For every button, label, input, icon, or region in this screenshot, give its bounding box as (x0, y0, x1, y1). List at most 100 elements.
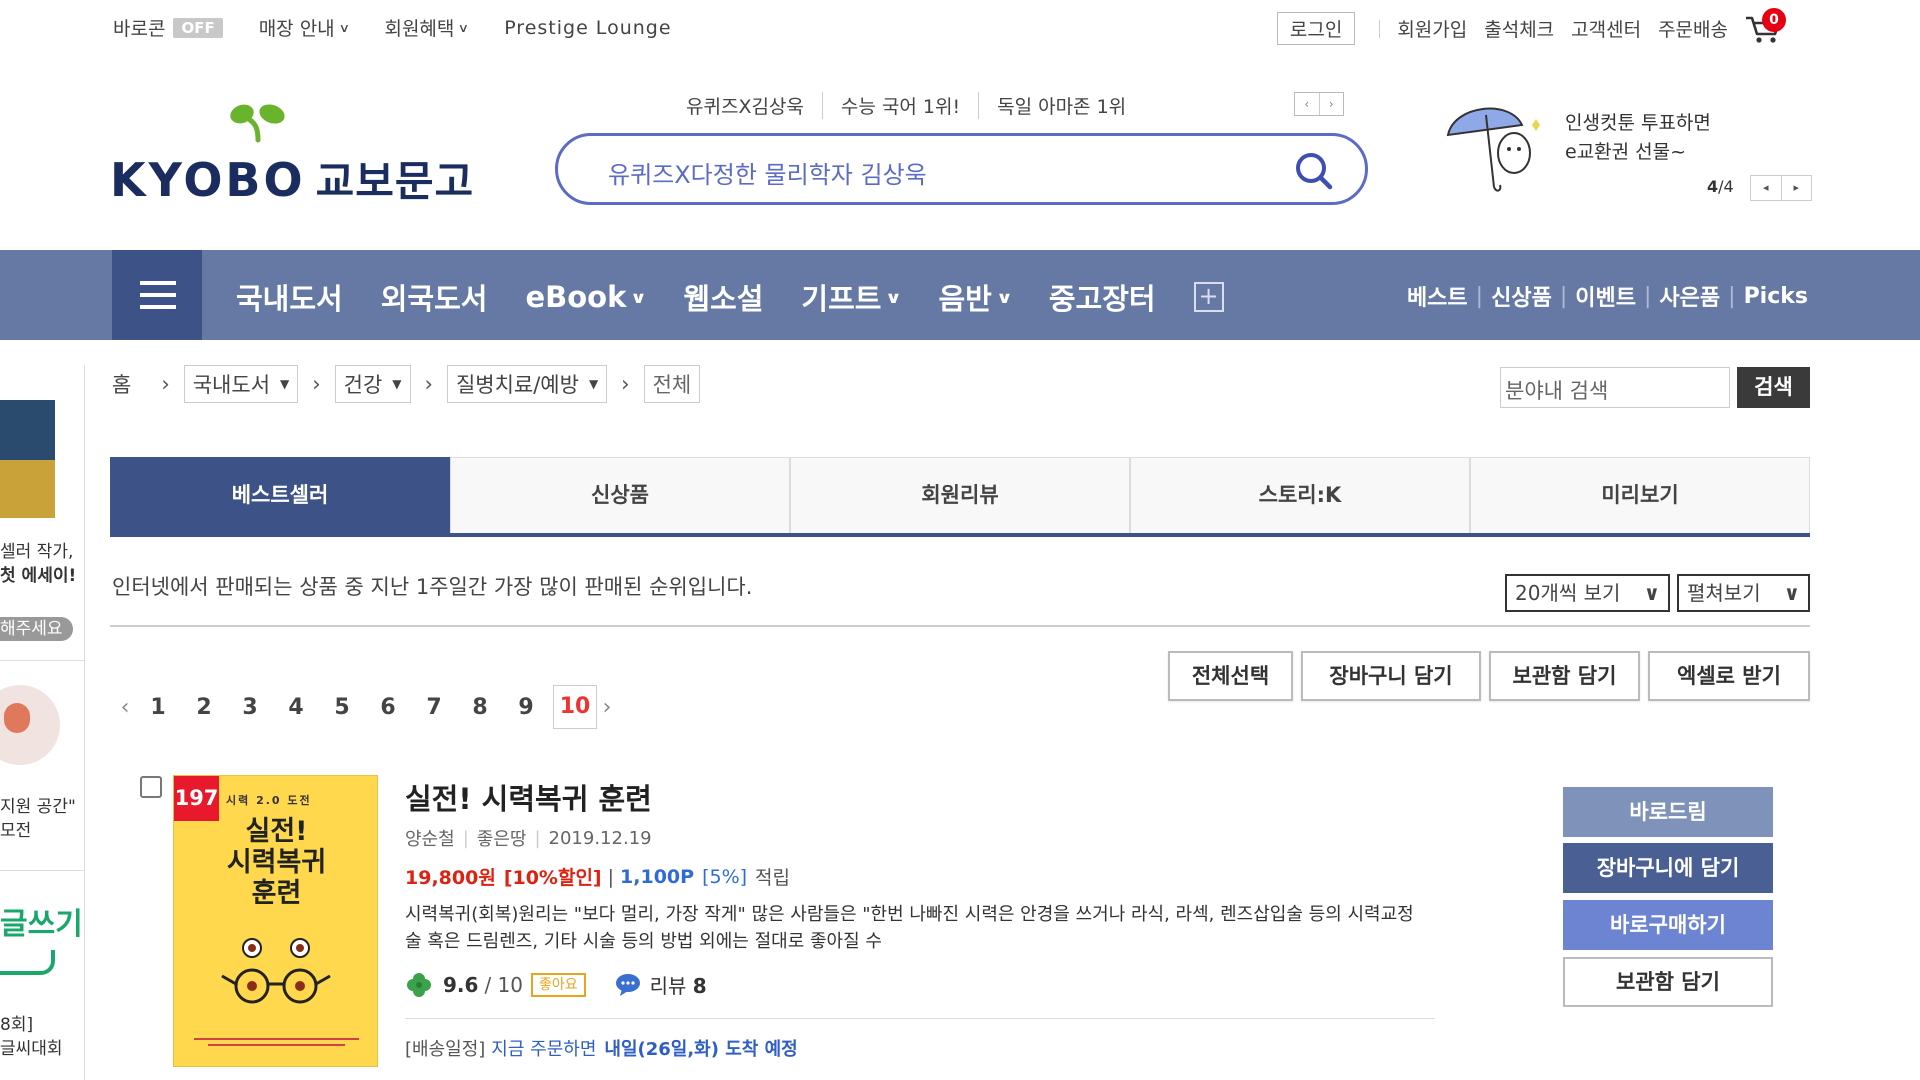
nav-picks[interactable]: Picks (1744, 284, 1808, 309)
attendance-link[interactable]: 출석체크 (1484, 15, 1554, 42)
banner-book-cover[interactable] (0, 400, 55, 518)
prestige-lounge-link[interactable]: Prestige Lounge (504, 17, 671, 39)
list-description: 인터넷에서 판매되는 상품 중 지난 1주일간 가장 많이 판매된 순위입니다. (112, 575, 753, 599)
cart-button[interactable]: 0 (1744, 7, 1786, 44)
promo-next-button[interactable]: ▸ (1780, 176, 1812, 200)
search-input[interactable]: 유퀴즈X다정한 물리학자 김상욱 (608, 155, 927, 190)
per-page-select[interactable]: 20개씩 보기 ∨ (1505, 574, 1670, 612)
product-checkbox[interactable] (140, 776, 162, 798)
nav-domestic-books[interactable]: 국내도서 (236, 276, 343, 318)
category-menu-button[interactable] (112, 250, 202, 340)
add-to-cart-button[interactable]: 장바구니에 담기 (1563, 843, 1773, 893)
tab-new[interactable]: 신상품 (450, 457, 790, 533)
page-link[interactable]: 1 (135, 695, 181, 720)
baro-dream-button[interactable]: 바로드림 (1563, 787, 1773, 837)
buy-now-button[interactable]: 바로구매하기 (1563, 900, 1773, 950)
chevron-down-icon: ∨ (458, 20, 470, 35)
add-to-cart-bulk-button[interactable]: 장바구니 담기 (1301, 651, 1481, 701)
page-link[interactable]: 7 (411, 695, 457, 720)
divider: | (607, 865, 615, 888)
product-title-link[interactable]: 실전! 시력복귀 훈련 (405, 776, 652, 818)
chevron-down-icon: ∨ (885, 287, 903, 307)
view-mode-value: 펼쳐보기 (1687, 581, 1761, 605)
page-link[interactable]: 9 (503, 695, 549, 720)
product-author-link[interactable]: 양순철 (405, 825, 455, 851)
banner-character-image[interactable] (0, 685, 60, 765)
category-search-input[interactable]: 분야내 검색 (1500, 367, 1730, 408)
nav-ebook[interactable]: eBook ∨ (525, 280, 648, 314)
tab-preview[interactable]: 미리보기 (1470, 457, 1810, 533)
nav-best[interactable]: 베스트 (1407, 280, 1468, 312)
breadcrumb-current[interactable]: 전체 (643, 365, 701, 403)
member-benefit-label: 회원혜택 (384, 18, 455, 40)
nav-web-novel[interactable]: 웹소설 (683, 276, 763, 318)
product-description: 시력복귀(회복)원리는 "보다 멀리, 가장 작게" 많은 사람들은 "한번 나… (405, 904, 1414, 952)
promo-banner[interactable]: 인생컷툰 투표하면 e교환권 선물~ 4/4 ◂ ▸ (1440, 95, 1812, 205)
banner-text: 셀러 작가, (0, 542, 74, 562)
page-link[interactable]: 6 (365, 695, 411, 720)
banner-text[interactable]: 글쓰기 (0, 905, 83, 945)
store-info-label: 매장 안내 (258, 18, 335, 40)
page-link[interactable]: 4 (273, 695, 319, 720)
cover-fine-print (194, 1036, 359, 1050)
product-cover-image[interactable]: 197 시력 2.0 도전 실전! 시력복귀 훈련 (173, 775, 378, 1067)
customer-center-link[interactable]: 고객센터 (1571, 15, 1641, 42)
speech-bubble-icon (615, 973, 640, 996)
tab-bestseller[interactable]: 베스트셀러 (110, 457, 450, 533)
nav-foreign-books[interactable]: 외국도서 (381, 276, 488, 318)
select-all-button[interactable]: 전체선택 (1168, 651, 1293, 701)
page-link[interactable]: 2 (181, 695, 227, 720)
chevron-down-icon: ∨ (1643, 581, 1660, 605)
baro-toggle[interactable]: 바로콘 OFF (113, 14, 223, 41)
keyword-prev-button[interactable]: ‹ (1295, 93, 1319, 115)
pagination-next-icon[interactable]: › (597, 695, 617, 720)
add-to-wishlist-button[interactable]: 보관함 담기 (1563, 957, 1773, 1007)
keyword-item[interactable]: 독일 아마존 1위 (978, 92, 1144, 119)
search-box[interactable]: 유퀴즈X다정한 물리학자 김상욱 (555, 133, 1368, 205)
promo-prev-button[interactable]: ◂ (1751, 176, 1781, 200)
search-icon[interactable] (1293, 150, 1335, 192)
pagination-prev-icon[interactable]: ‹ (115, 695, 135, 720)
cover-title-line: 시력복귀 (226, 847, 327, 878)
promo-line-1: 인생컷툰 투표하면 (1565, 112, 1711, 134)
page-link[interactable]: 3 (227, 695, 273, 720)
breadcrumb-home[interactable]: 홈 (112, 369, 131, 399)
breadcrumb-select-level3[interactable]: 질병치료/예방 ▼ (446, 365, 608, 403)
nav-new[interactable]: 신상품 (1491, 280, 1552, 312)
page-link[interactable]: 8 (457, 695, 503, 720)
view-mode-select[interactable]: 펼쳐보기 ∨ (1677, 574, 1810, 612)
nav-gifts[interactable]: 사은품 (1659, 280, 1720, 312)
keyword-next-button[interactable]: › (1318, 93, 1344, 115)
store-info-menu[interactable]: 매장 안내 ∨ (258, 14, 350, 41)
keyword-item[interactable]: 유퀴즈X김상욱 (686, 92, 822, 119)
breadcrumb-level2-label: 건강 (343, 373, 383, 397)
breadcrumb-select-level1[interactable]: 국내도서 ▼ (183, 365, 299, 403)
nav-gift[interactable]: 기프트 ∨ (801, 276, 903, 318)
member-benefit-menu[interactable]: 회원혜택 ∨ (384, 14, 470, 41)
tab-member-review[interactable]: 회원리뷰 (790, 457, 1130, 533)
chevron-down-icon: ∨ (995, 287, 1013, 307)
nav-music[interactable]: 음반 ∨ (938, 276, 1013, 318)
add-to-wishlist-bulk-button[interactable]: 보관함 담기 (1489, 651, 1640, 701)
login-button[interactable]: 로그인 (1276, 12, 1356, 45)
export-excel-button[interactable]: 엑셀로 받기 (1648, 651, 1810, 701)
banner-button[interactable]: 해주세요 (0, 617, 73, 641)
review-link[interactable]: 리뷰 8 (650, 970, 707, 999)
order-delivery-link[interactable]: 주문배송 (1658, 15, 1728, 42)
signup-link[interactable]: 회원가입 (1397, 15, 1467, 42)
add-menu-icon[interactable]: + (1193, 282, 1224, 312)
keyword-item[interactable]: 수능 국어 1위! (821, 92, 978, 119)
page-link-current[interactable]: 10 (553, 685, 597, 729)
tab-story-k[interactable]: 스토리:K (1130, 457, 1470, 533)
nav-used-market[interactable]: 중고장터 (1049, 276, 1156, 318)
nav-event[interactable]: 이벤트 (1575, 280, 1636, 312)
page-link[interactable]: 5 (319, 695, 365, 720)
pagination: ‹ 1 2 3 4 5 6 7 8 9 10 › (115, 685, 617, 729)
site-logo[interactable]: KYOBO 교보문고 (110, 100, 473, 207)
baro-status-badge: OFF (173, 17, 223, 38)
chevron-down-icon: ∨ (630, 287, 648, 307)
product-publisher-link[interactable]: 좋은땅 (477, 825, 527, 851)
category-search-placeholder: 분야내 검색 (1505, 379, 1609, 403)
breadcrumb-select-level2[interactable]: 건강 ▼ (334, 365, 411, 403)
category-search-button[interactable]: 검색 (1737, 367, 1810, 408)
